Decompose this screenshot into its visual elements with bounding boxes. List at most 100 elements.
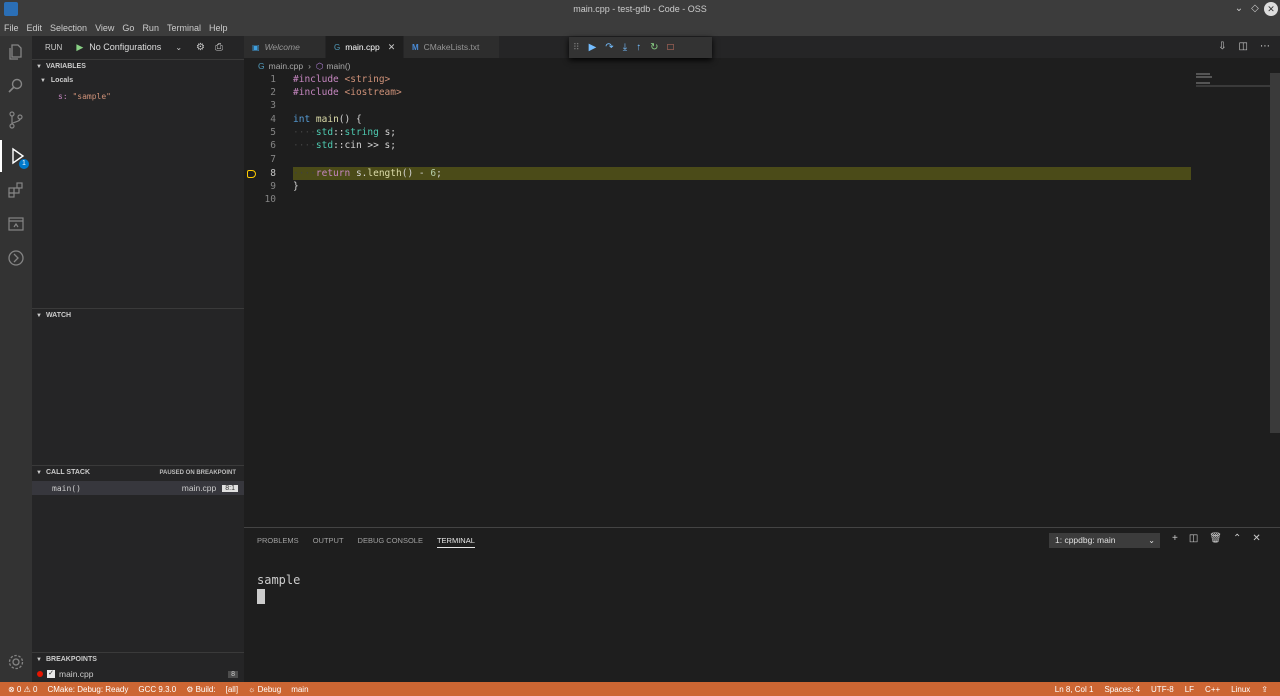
search-icon[interactable] (0, 70, 32, 102)
menu-go[interactable]: Go (122, 23, 134, 33)
panel-actions: + ◫ 🗑 ⌃ ✕ (1172, 533, 1261, 544)
step-out-icon[interactable]: ↑ (636, 42, 641, 53)
language-mode[interactable]: C++ (1205, 685, 1220, 694)
bottom-panel: PROBLEMS OUTPUT DEBUG CONSOLE TERMINAL 1… (244, 527, 1280, 682)
breakpoint-file: main.cpp (59, 669, 94, 679)
trash-icon[interactable]: 🗑 (1209, 533, 1222, 544)
code-line: 2 #include <iostream> (270, 87, 402, 98)
chevron-down-icon: ⌄ (1148, 536, 1155, 545)
feedback-icon[interactable]: ⇪ (1261, 685, 1268, 694)
code-editor[interactable]: 1 #include <string> 2 #include <iostream… (244, 73, 1270, 527)
cpp-file-icon: G (258, 61, 265, 71)
menu-edit[interactable]: Edit (27, 23, 43, 33)
menu-view[interactable]: View (95, 23, 114, 33)
chevron-down-icon: ▼ (40, 78, 46, 84)
cmake-file-icon: M (412, 42, 419, 52)
build-target[interactable]: [all] (226, 685, 238, 694)
panel-tabs: PROBLEMS OUTPUT DEBUG CONSOLE TERMINAL (257, 536, 475, 548)
cpp-file-icon: G (334, 42, 341, 52)
remote-explorer-icon[interactable] (0, 208, 32, 240)
drag-handle-icon[interactable]: ⠿ (573, 42, 580, 53)
tab-problems[interactable]: PROBLEMS (257, 536, 299, 548)
breadcrumb-file[interactable]: main.cpp (269, 61, 304, 71)
editor-scrollbar[interactable] (1270, 73, 1280, 433)
minimap[interactable] (1196, 73, 1270, 103)
code-line: 5 ····std::string s; (270, 127, 397, 138)
stop-icon[interactable]: □ (668, 42, 674, 53)
tab-terminal[interactable]: TERMINAL (436, 536, 475, 548)
terminal-select[interactable]: 1: cppdbg: main ⌄ (1049, 533, 1160, 548)
chevron-right-icon: › (308, 61, 311, 71)
open-launch-json-icon[interactable]: ⚙ (196, 42, 205, 53)
restart-icon[interactable]: ↻ (650, 42, 658, 53)
os-status[interactable]: Linux (1231, 685, 1250, 694)
cursor-position[interactable]: Ln 8, Col 1 (1055, 685, 1094, 694)
cmake-icon[interactable] (0, 242, 32, 274)
more-actions-icon[interactable]: ⋯ (1260, 41, 1270, 52)
breakpoint-line: 8 (228, 670, 238, 678)
menu-help[interactable]: Help (209, 23, 228, 33)
call-stack-header[interactable]: ▼ CALL STACK PAUSED ON BREAKPOINT (32, 465, 244, 479)
menu-file[interactable]: File (4, 23, 19, 33)
menu-selection[interactable]: Selection (50, 23, 87, 33)
maximize-icon[interactable]: ◇ (1248, 2, 1262, 16)
close-window-icon[interactable]: ✕ (1264, 2, 1278, 16)
stack-frame-row[interactable]: main() main.cpp 8:1 (32, 481, 244, 495)
tab-cmakelists[interactable]: M CMakeLists.txt (404, 36, 500, 58)
frame-function: main() (52, 483, 81, 493)
run-debug-icon[interactable]: 1 (0, 140, 32, 172)
tab-output[interactable]: OUTPUT (313, 536, 344, 548)
code-line: 9 } (270, 181, 299, 192)
code-line: 1 #include <string> (270, 74, 391, 85)
terminal-output[interactable]: sample (257, 573, 300, 587)
chevron-down-icon: ▼ (36, 656, 42, 663)
minimize-icon[interactable]: ⌄ (1232, 2, 1246, 16)
tab-welcome[interactable]: ▣ Welcome (244, 36, 326, 58)
watch-header[interactable]: ▼ WATCH (32, 308, 244, 322)
maximize-panel-icon[interactable]: ⌃ (1233, 533, 1241, 544)
settings-gear-icon[interactable] (0, 646, 32, 678)
indentation[interactable]: Spaces: 4 (1104, 685, 1140, 694)
code-line: 6 ····std::cin >> s; (270, 140, 396, 151)
step-over-icon[interactable]: ↷ (605, 42, 613, 53)
open-changes-icon[interactable]: ⇩ (1218, 41, 1226, 52)
chevron-down-icon[interactable]: ⌄ (175, 43, 182, 52)
explorer-icon[interactable] (0, 36, 32, 68)
build-button[interactable]: ⚙ Build: (186, 685, 215, 694)
split-editor-icon[interactable]: ◫ (1239, 41, 1248, 52)
debug-sidebar: RUN ▶ No Configurations ⌄ ⚙ ⎙ ▼ VARIABLE… (32, 36, 244, 682)
encoding[interactable]: UTF-8 (1151, 685, 1174, 694)
tab-main-cpp[interactable]: G main.cpp ✕ (326, 36, 404, 58)
breakpoint-row[interactable]: ✓ main.cpp 8 (32, 667, 244, 681)
editor-tabs: ▣ Welcome G main.cpp ✕ M CMakeLists.txt … (244, 36, 1280, 58)
breakpoint-enabled-checkbox[interactable]: ✓ (47, 670, 55, 678)
breadcrumb-symbol[interactable]: main() (326, 61, 350, 71)
cmake-status[interactable]: CMake: Debug: Ready (47, 685, 128, 694)
variables-header[interactable]: ▼ VARIABLES (32, 59, 244, 73)
menu-terminal[interactable]: Terminal (167, 23, 201, 33)
locals-scope[interactable]: ▼ Locals (40, 77, 73, 84)
new-terminal-icon[interactable]: + (1172, 533, 1178, 544)
tab-debug-console[interactable]: DEBUG CONSOLE (358, 536, 423, 548)
breakpoints-header[interactable]: ▼ BREAKPOINTS (32, 652, 244, 666)
close-panel-icon[interactable]: ✕ (1252, 533, 1260, 544)
launch-config-select[interactable]: No Configurations (89, 42, 161, 52)
extensions-icon[interactable] (0, 174, 32, 206)
end-of-line[interactable]: LF (1185, 685, 1194, 694)
compiler-status[interactable]: GCC 9.3.0 (138, 685, 176, 694)
source-control-icon[interactable] (0, 104, 32, 136)
continue-icon[interactable]: ▶ (589, 42, 597, 53)
close-tab-icon[interactable]: ✕ (388, 42, 396, 53)
step-into-icon[interactable]: ⤓ (623, 42, 627, 53)
split-terminal-icon[interactable]: ◫ (1189, 533, 1198, 544)
debug-console-icon[interactable]: ⎙ (215, 42, 223, 53)
window-title: main.cpp - test-gdb - Code - OSS (573, 4, 707, 14)
problems-status[interactable]: ⊗ 0 ⚠ 0 (8, 685, 37, 694)
menu-run[interactable]: Run (142, 23, 159, 33)
launch-target[interactable]: main (291, 685, 308, 694)
local-variable-s[interactable]: s: "sample" (58, 92, 111, 101)
start-debugging-icon[interactable]: ▶ (76, 42, 83, 53)
debug-badge: 1 (19, 159, 29, 169)
debug-button[interactable]: ☼ Debug (248, 685, 281, 694)
code-line: 10 (264, 194, 276, 205)
